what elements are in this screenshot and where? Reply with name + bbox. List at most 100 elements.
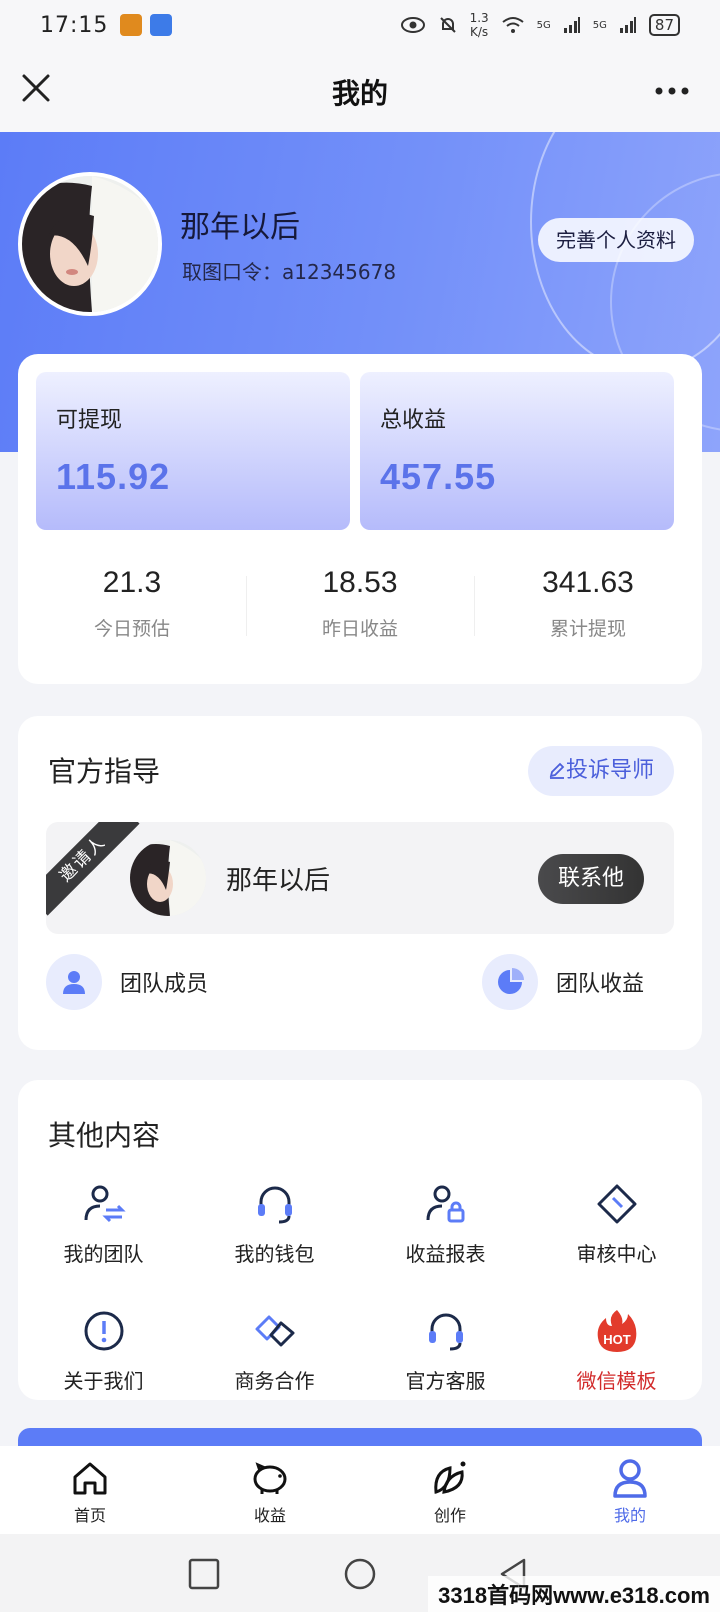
stat-label: 累计提现 <box>549 618 626 640</box>
grid-item-label: 我的团队 <box>63 1242 144 1266</box>
headset-icon <box>422 1307 470 1355</box>
app-notification-icon <box>120 14 143 36</box>
inviter-avatar <box>130 840 206 916</box>
speed-value: 1.3 <box>469 11 489 25</box>
stat-label: 昨日收益 <box>321 618 398 640</box>
other-content-card: 其他内容 我的团队 我的钱包 收益报表 审核中心 关于我们 商务合作 官方客服 … <box>18 1080 702 1400</box>
feature-grid: 我的团队 我的钱包 收益报表 审核中心 关于我们 商务合作 官方客服 HOT 微… <box>18 1180 702 1394</box>
page-title: 我的 <box>331 77 388 110</box>
complain-mentor-label: 投诉导师 <box>565 758 654 783</box>
customer-service-item[interactable]: 官方客服 <box>360 1307 531 1394</box>
store-notification-icon <box>150 14 173 36</box>
grid-item-label: 官方客服 <box>405 1369 486 1393</box>
signal-5g-label-1: 5G <box>536 19 551 31</box>
system-nav-bar: 3318首码网www.e318.com <box>0 1534 720 1612</box>
leaf-icon <box>428 1456 472 1500</box>
status-indicators: 1.3 K/s 5G 5G 87 <box>400 11 680 39</box>
stat-label: 今日预估 <box>93 618 170 640</box>
edit-profile-button[interactable]: 完善个人资料 <box>538 218 694 262</box>
home-button-icon[interactable] <box>342 1556 378 1592</box>
team-swap-icon <box>80 1180 128 1228</box>
signal-icon <box>619 17 636 33</box>
battery-indicator: 87 <box>648 14 680 36</box>
avatar[interactable] <box>18 172 162 316</box>
top-nav: 我的 <box>0 50 720 132</box>
status-time: 17:15 <box>40 12 109 38</box>
tab-label: 我的 <box>613 1506 646 1525</box>
grid-item-label: 收益报表 <box>405 1242 486 1266</box>
eye-icon <box>400 17 425 33</box>
income-stats: 21.3 今日预估 18.53 昨日收益 341.63 累计提现 <box>18 566 702 641</box>
contact-button[interactable]: 联系他 <box>537 854 644 904</box>
inviter-row: 邀请人 那年以后 联系他 <box>46 822 674 934</box>
person-icon <box>46 954 102 1010</box>
official-guide-card: 官方指导 投诉导师 邀请人 那年以后 联系他 团队成员 团队收益 <box>18 716 702 1050</box>
section-title: 其他内容 <box>48 1119 161 1152</box>
mute-bell-icon <box>439 17 456 33</box>
tag-icon <box>593 1180 641 1228</box>
total-income-box[interactable]: 总收益 457.55 <box>360 372 674 530</box>
total-income-label: 总收益 <box>380 408 447 433</box>
recent-apps-icon[interactable] <box>186 1556 222 1592</box>
stat-today: 21.3 今日预估 <box>18 566 246 641</box>
more-icon[interactable] <box>652 76 692 106</box>
about-us-item[interactable]: 关于我们 <box>18 1307 189 1394</box>
pie-chart-icon <box>482 954 538 1010</box>
team-members-label: 团队成员 <box>120 972 209 997</box>
tab-create[interactable]: 创作 <box>360 1446 540 1534</box>
wifi-icon <box>502 17 524 33</box>
review-center-item[interactable]: 审核中心 <box>531 1180 702 1267</box>
stat-total-withdrawn: 341.63 累计提现 <box>474 566 702 641</box>
section-title: 官方指导 <box>48 755 161 788</box>
team-members-link[interactable]: 团队成员 <box>46 954 208 1010</box>
stat-value: 18.53 <box>322 566 398 599</box>
edit-icon <box>549 762 565 779</box>
earnings-card: 可提现 115.92 总收益 457.55 21.3 今日预估 18.53 昨日… <box>18 354 702 684</box>
speed-unit: K/s <box>470 25 489 39</box>
stat-yesterday: 18.53 昨日收益 <box>246 566 474 641</box>
tab-mine[interactable]: 我的 <box>540 1446 720 1534</box>
business-coop-item[interactable]: 商务合作 <box>189 1307 360 1394</box>
team-income-link[interactable]: 团队收益 <box>482 954 644 1010</box>
grid-item-label: 关于我们 <box>63 1369 144 1393</box>
stat-value: 341.63 <box>542 566 634 599</box>
complain-mentor-button[interactable]: 投诉导师 <box>527 746 674 796</box>
avatar-portrait <box>22 176 158 312</box>
home-icon <box>68 1456 112 1500</box>
wechat-template-item[interactable]: HOT 微信模板 <box>531 1307 702 1394</box>
my-wallet-item[interactable]: 我的钱包 <box>189 1180 360 1267</box>
income-report-item[interactable]: 收益报表 <box>360 1180 531 1267</box>
team-income-label: 团队收益 <box>556 972 645 997</box>
bottom-tabbar: 首页 收益 创作 我的 <box>0 1446 720 1534</box>
user-code: 取图口令：a12345678 <box>182 260 397 284</box>
tab-label: 创作 <box>433 1506 466 1525</box>
grid-item-label: 审核中心 <box>576 1242 657 1266</box>
network-speed: 1.3 K/s <box>470 11 489 39</box>
hot-fire-icon: HOT <box>593 1307 641 1355</box>
piggy-bank-icon <box>248 1456 292 1500</box>
user-name: 那年以后 <box>180 210 300 245</box>
inviter-portrait <box>130 840 206 916</box>
svg-text:HOT: HOT <box>603 1332 631 1347</box>
status-app-icons <box>120 14 173 36</box>
grid-item-label: 微信模板 <box>576 1369 657 1393</box>
inviter-ribbon: 邀请人 <box>46 822 140 916</box>
withdrawable-box[interactable]: 可提现 115.92 <box>36 372 350 530</box>
stat-value: 21.3 <box>102 566 162 599</box>
grid-item-label: 我的钱包 <box>234 1242 315 1266</box>
signal-5g-label-2: 5G <box>592 19 607 31</box>
total-income-value: 457.55 <box>380 456 497 497</box>
tab-income[interactable]: 收益 <box>180 1446 360 1534</box>
user-icon <box>608 1456 652 1500</box>
tab-label: 收益 <box>253 1506 286 1525</box>
user-lock-icon <box>422 1180 470 1228</box>
my-team-item[interactable]: 我的团队 <box>18 1180 189 1267</box>
tab-home[interactable]: 首页 <box>0 1446 180 1534</box>
headset-icon <box>251 1180 299 1228</box>
info-icon <box>80 1307 128 1355</box>
signal-icon <box>563 17 580 33</box>
team-row: 团队成员 团队收益 <box>46 954 674 1014</box>
handshake-icon <box>251 1307 299 1355</box>
withdrawable-value: 115.92 <box>56 456 171 497</box>
grid-item-label: 商务合作 <box>234 1369 315 1393</box>
